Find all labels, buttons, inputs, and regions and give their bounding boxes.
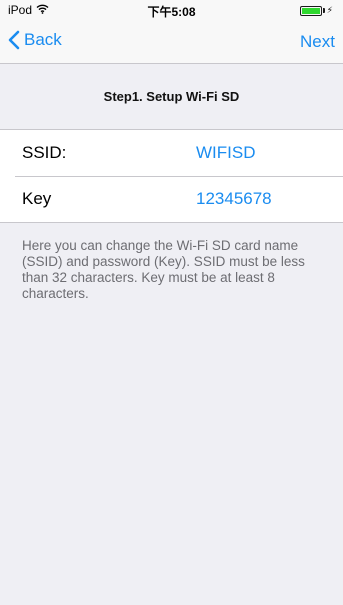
charging-bolt-icon: ⚡: [326, 5, 333, 15]
section-title: Step1. Setup Wi-Fi SD: [103, 89, 240, 104]
footer-description: Here you can change the Wi-Fi SD card na…: [22, 238, 305, 301]
battery-icon: ⚡: [299, 5, 333, 16]
status-bar: iPod 下午5:08 ⚡: [0, 0, 343, 20]
battery-fill: [301, 7, 320, 14]
next-button[interactable]: Next: [300, 32, 335, 52]
status-time: 下午5:08: [147, 5, 196, 19]
ssid-label: SSID:: [22, 143, 67, 162]
ssid-row[interactable]: SSID: WIFISD: [0, 130, 343, 176]
ssid-value[interactable]: WIFISD: [196, 143, 256, 163]
screen: iPod 下午5:08 ⚡ Back Next Step1. Setup Wi-…: [0, 0, 343, 605]
back-button[interactable]: Back: [8, 30, 62, 50]
key-row[interactable]: Key 12345678: [0, 176, 343, 222]
key-label: Key: [22, 189, 52, 208]
settings-table: SSID: WIFISD Key 12345678: [0, 129, 343, 223]
back-label: Back: [24, 30, 62, 49]
chevron-left-icon: [8, 30, 20, 50]
navigation-bar: Back Next: [0, 20, 343, 64]
key-value[interactable]: 12345678: [196, 189, 272, 209]
